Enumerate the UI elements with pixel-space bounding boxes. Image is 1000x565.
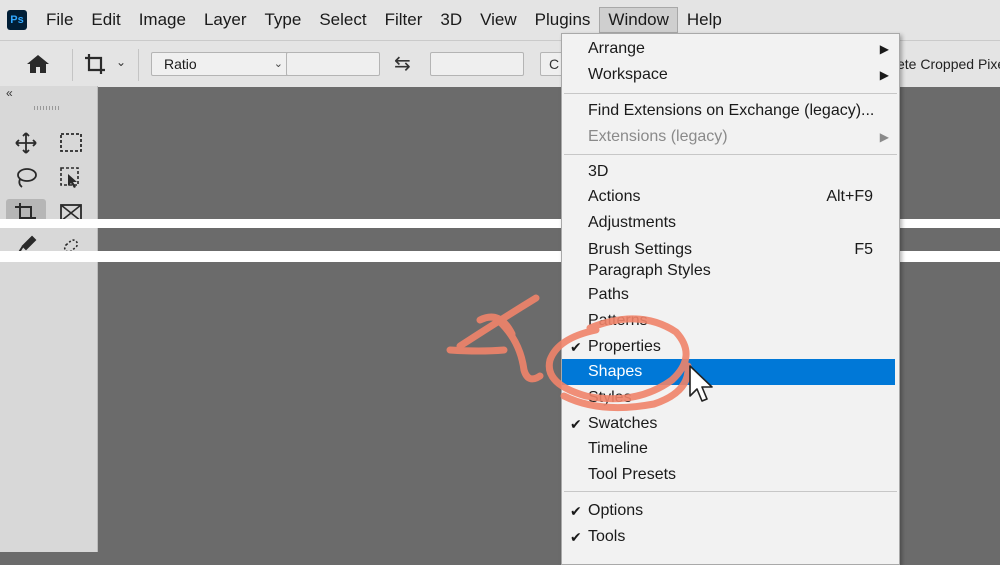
ratio-label: Ratio	[164, 56, 197, 72]
menu-window[interactable]: Window	[599, 7, 678, 33]
collapse-panel-icon[interactable]: «	[6, 86, 13, 100]
crop-tool-icon[interactable]	[84, 53, 106, 75]
menu-plugins[interactable]: Plugins	[526, 8, 600, 32]
menu-type[interactable]: Type	[255, 8, 310, 32]
chevron-down-icon: ⌄	[273, 58, 283, 70]
menu-item-workspace[interactable]: Workspace ▶	[562, 62, 899, 88]
annotation-scribble	[446, 294, 692, 412]
menu-layer[interactable]: Layer	[195, 8, 256, 32]
menu-item-actions[interactable]: Actions Alt+F9	[562, 184, 899, 210]
ratio-dropdown[interactable]: Ratio ⌄	[151, 52, 290, 76]
menu-divider	[564, 154, 897, 155]
menu-3d[interactable]: 3D	[431, 8, 471, 32]
menu-item-find-extensions[interactable]: Find Extensions on Exchange (legacy)...	[562, 98, 899, 124]
rect-marquee-icon[interactable]	[56, 129, 86, 157]
menu-item-label: Tools	[588, 528, 626, 545]
menu-item-label: Tool Presets	[588, 466, 677, 483]
shortcut-label: Alt+F9	[826, 188, 873, 205]
menu-item-extensions-legacy: Extensions (legacy) ▶	[562, 124, 899, 150]
move-icon[interactable]	[11, 129, 41, 157]
panel-grip[interactable]	[34, 106, 60, 110]
lasso-icon[interactable]	[11, 164, 41, 192]
menu-item-options[interactable]: ✔ Options	[562, 498, 899, 524]
menu-item-label: Workspace	[588, 66, 668, 83]
submenu-arrow-icon: ▶	[879, 42, 889, 56]
menu-filter[interactable]: Filter	[376, 8, 432, 32]
tools-panel: «	[0, 86, 98, 552]
menu-item-label: 3D	[588, 163, 609, 180]
swap-icon[interactable]: ⇆	[394, 51, 411, 76]
home-icon[interactable]	[26, 54, 50, 74]
menu-divider	[564, 93, 897, 94]
width-field[interactable]	[286, 52, 380, 76]
submenu-arrow-icon: ▶	[879, 130, 889, 144]
menu-select[interactable]: Select	[310, 8, 375, 32]
submenu-arrow-icon: ▶	[879, 68, 889, 82]
menu-image[interactable]: Image	[130, 8, 195, 32]
options-separator	[72, 49, 73, 81]
mouse-cursor-icon	[689, 365, 713, 402]
menu-item-label: Options	[588, 502, 644, 519]
menu-item-adjustments[interactable]: Adjustments	[562, 210, 899, 236]
checkmark-icon: ✔	[570, 529, 582, 545]
menu-item-label: Actions	[588, 188, 641, 205]
delete-cropped-pixels-label[interactable]: ete Cropped Pixel	[897, 56, 1000, 72]
menu-view[interactable]: View	[471, 8, 526, 32]
object-select-icon[interactable]	[56, 164, 86, 192]
photoshop-logo: Ps	[7, 10, 27, 30]
menu-edit[interactable]: Edit	[82, 8, 129, 32]
menu-item-arrange[interactable]: Arrange ▶	[562, 36, 899, 62]
checkmark-icon: ✔	[570, 503, 582, 519]
menu-divider	[564, 491, 897, 492]
options-separator	[138, 49, 139, 81]
menu-item-label: Extensions (legacy)	[588, 128, 728, 145]
chevron-down-icon[interactable]: ⌄	[116, 55, 126, 69]
menu-help[interactable]: Help	[678, 8, 731, 32]
menu-item-label: Find Extensions on Exchange (legacy)...	[588, 102, 875, 119]
menu-item-3d[interactable]: 3D	[562, 159, 899, 185]
menu-item-label: Adjustments	[588, 214, 677, 231]
height-field[interactable]	[430, 52, 524, 76]
menu-item-tool-presets[interactable]: Tool Presets	[562, 462, 899, 488]
menu-item-label: Arrange	[588, 40, 645, 57]
menu-file[interactable]: File	[37, 8, 82, 32]
menu-item-tools[interactable]: ✔ Tools	[562, 524, 899, 550]
